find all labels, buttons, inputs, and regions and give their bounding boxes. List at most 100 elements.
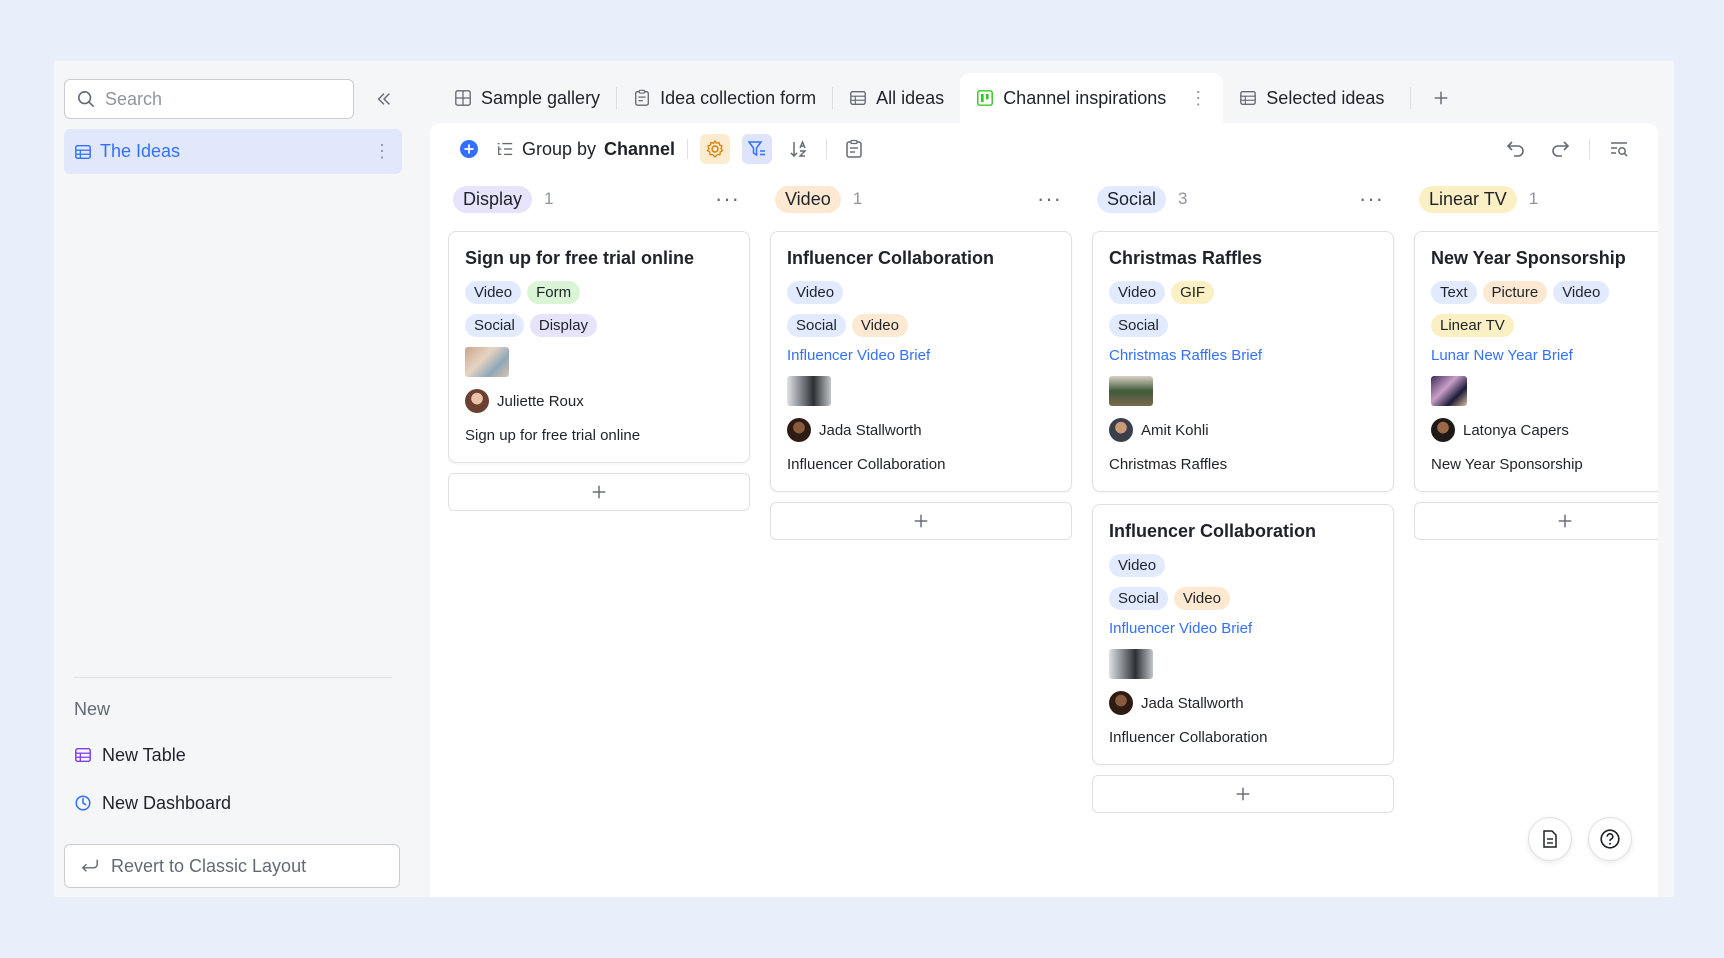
tab-channel-inspirations[interactable]: Channel inspirations ⋮ — [960, 73, 1224, 123]
attachment-thumbnail[interactable] — [787, 376, 831, 406]
person-field: Amit Kohli — [1109, 418, 1377, 442]
tag: Linear TV — [1431, 314, 1514, 337]
view-tabs: Sample gallery Idea collection form All … — [412, 73, 1674, 123]
help-button[interactable] — [1588, 817, 1632, 861]
document-button[interactable] — [1528, 817, 1572, 861]
attachment-thumbnail[interactable] — [1109, 649, 1153, 679]
record-card[interactable]: Christmas Raffles Video GIF Social Chris… — [1092, 231, 1394, 492]
brief-link[interactable]: Influencer Video Brief — [1109, 620, 1377, 637]
sidebar-item-the-ideas[interactable]: The Ideas ⋮ — [64, 129, 402, 174]
dashboard-icon — [75, 795, 91, 811]
more-horizontal-icon[interactable]: ··· — [1037, 186, 1068, 212]
group-by-button[interactable]: Group by Channel — [496, 133, 675, 165]
new-table-button[interactable]: New Table — [74, 742, 402, 768]
brief-link[interactable]: Christmas Raffles Brief — [1109, 347, 1377, 364]
column-count: 1 — [852, 189, 863, 208]
tab-label: Channel inspirations — [1003, 87, 1167, 108]
attachment-thumbnail[interactable] — [465, 347, 509, 377]
card-title: Influencer Collaboration — [1109, 521, 1317, 541]
help-icon — [1600, 829, 1620, 849]
avatar — [787, 418, 811, 442]
search-box[interactable] — [64, 79, 354, 119]
column-display: Display 1 ··· Sign up for free trial onl… — [448, 179, 750, 897]
filter-icon — [747, 141, 766, 157]
brief-link[interactable]: Influencer Video Brief — [787, 347, 1055, 364]
brief-link[interactable]: Lunar New Year Brief — [1431, 347, 1658, 364]
settings-button[interactable] — [700, 134, 731, 164]
attachment-thumbnail[interactable] — [1431, 376, 1467, 406]
card-tags: Social — [1109, 314, 1377, 337]
revert-layout-label: Revert to Classic Layout — [111, 855, 307, 876]
kanban-icon — [977, 90, 994, 106]
tab-separator — [1410, 87, 1412, 109]
tag: Picture — [1482, 281, 1548, 304]
tag: Video — [1553, 281, 1610, 304]
column-header: Linear TV 1 — [1414, 179, 1658, 219]
tag: Social — [1109, 314, 1168, 337]
tab-label: All ideas — [876, 87, 945, 108]
toolbar-separator — [826, 139, 828, 159]
attachment-thumbnail[interactable] — [1109, 376, 1153, 406]
sort-button[interactable] — [784, 134, 814, 164]
undo-button[interactable] — [1501, 134, 1531, 164]
record-card[interactable]: New Year Sponsorship Text Picture Video … — [1414, 231, 1658, 492]
toolbar: Group by Channel — [430, 123, 1658, 175]
card-tags: Video — [1109, 554, 1377, 577]
card-tags: Video Form — [465, 281, 733, 304]
person-field: Juliette Roux — [465, 389, 733, 413]
tab-sample-gallery[interactable]: Sample gallery — [438, 73, 616, 123]
more-vertical-icon[interactable]: ⋮ — [1189, 88, 1207, 109]
tab-all-ideas[interactable]: All ideas — [833, 73, 960, 123]
card-title: Sign up for free trial online — [465, 248, 695, 268]
tag: GIF — [1171, 281, 1215, 304]
add-record-button[interactable] — [454, 134, 484, 164]
avatar — [1109, 418, 1133, 442]
tag: Text — [1431, 281, 1477, 304]
card-tags: Social Display — [465, 314, 733, 337]
card-description: Influencer Collaboration — [787, 456, 946, 473]
more-vertical-icon[interactable]: ⋮ — [372, 141, 392, 162]
record-card[interactable]: Influencer Collaboration Video Social Vi… — [1092, 504, 1394, 765]
plus-icon — [1236, 787, 1250, 801]
return-arrow-icon — [81, 859, 98, 872]
avatar — [1431, 418, 1455, 442]
record-card[interactable]: Sign up for free trial online Video Form… — [448, 231, 750, 463]
sidebar: The Ideas ⋮ New New Table New Dashboard … — [54, 61, 412, 897]
search-input[interactable] — [105, 88, 325, 110]
person-field: Jada Stallworth — [1109, 691, 1377, 715]
collapse-sidebar-icon[interactable] — [366, 81, 402, 117]
more-horizontal-icon[interactable]: ··· — [715, 186, 746, 212]
column-count: 1 — [1528, 189, 1539, 208]
person-name: Jada Stallworth — [819, 421, 922, 439]
card-title: New Year Sponsorship — [1431, 248, 1626, 268]
more-horizontal-icon[interactable]: ··· — [1359, 186, 1390, 212]
tag: Social — [787, 314, 846, 337]
tag: Video — [851, 314, 908, 337]
card-title: Christmas Raffles — [1109, 248, 1263, 268]
redo-button[interactable] — [1545, 134, 1575, 164]
sidebar-divider — [74, 677, 392, 678]
card-settings-button[interactable] — [839, 134, 869, 164]
new-dashboard-button[interactable]: New Dashboard — [74, 790, 402, 816]
grid-icon — [1240, 91, 1257, 105]
new-dashboard-label: New Dashboard — [102, 792, 232, 813]
tag: Video — [465, 281, 522, 304]
tab-idea-collection-form[interactable]: Idea collection form — [617, 73, 832, 123]
column-tag: Display — [453, 185, 533, 213]
card-description: Sign up for free trial online — [465, 427, 641, 444]
search-row — [64, 79, 402, 119]
filter-button[interactable] — [742, 134, 773, 164]
column-tag: Video — [775, 185, 841, 213]
record-card[interactable]: Influencer Collaboration Video Social Vi… — [770, 231, 1072, 492]
add-card-button[interactable] — [770, 502, 1072, 540]
add-card-button[interactable] — [1092, 775, 1394, 813]
person-name: Latonya Capers — [1463, 421, 1569, 439]
search-records-button[interactable] — [1604, 134, 1634, 164]
add-card-button[interactable] — [448, 473, 750, 511]
column-count: 3 — [1178, 189, 1188, 208]
revert-layout-button[interactable]: Revert to Classic Layout — [64, 844, 400, 888]
column-count: 1 — [544, 189, 554, 208]
add-card-button[interactable] — [1414, 502, 1658, 540]
tab-selected-ideas[interactable]: Selected ideas — [1223, 73, 1400, 123]
add-view-button[interactable] — [1423, 80, 1459, 116]
